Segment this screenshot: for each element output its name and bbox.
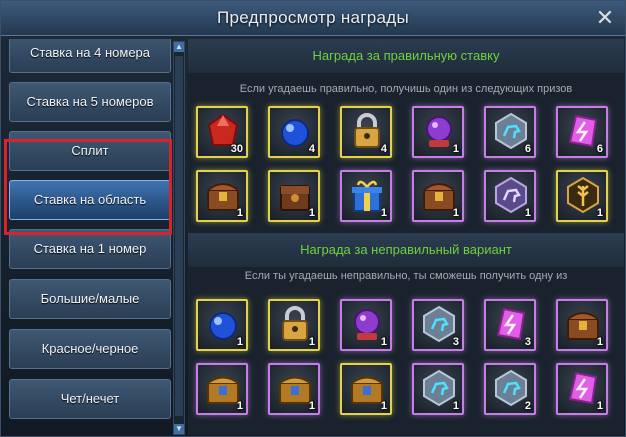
reward-item[interactable]: 1 [412,106,464,158]
tab-label: Большие/малые [40,291,140,306]
item-count: 1 [596,400,603,412]
scroll-thumb[interactable] [175,56,183,416]
tab-label: Ставка на 5 номеров [26,94,154,109]
item-count: 3 [452,336,459,348]
tab-red-black[interactable]: Красное/черное [9,329,171,369]
wrong-reward-title: Награда за неправильный вариант [188,233,624,267]
reward-item[interactable]: 1 [196,363,248,415]
reward-item[interactable]: 1 [268,299,320,351]
item-count: 1 [308,336,315,348]
correct-reward-grid: 30 4 4 1 6 6 1 1 1 1 1 1 [196,106,616,226]
reward-item[interactable]: 2 [484,363,536,415]
reward-item[interactable]: 1 [340,170,392,222]
tab-bet-5-numbers[interactable]: Ставка на 5 номеров [9,82,171,122]
bet-type-list: Ставка на 4 номера Ставка на 5 номеров С… [5,39,171,435]
reward-item[interactable]: 6 [556,106,608,158]
reward-item[interactable]: 1 [196,299,248,351]
reward-item[interactable]: 6 [484,106,536,158]
tab-bet-4-numbers[interactable]: Ставка на 4 номера [9,39,171,73]
close-icon[interactable]: ✕ [593,6,617,30]
item-count: 1 [380,336,387,348]
window-title: Предпросмотр награды [216,8,410,27]
tab-label: Ставка на 1 номер [33,241,147,256]
reward-item[interactable]: 4 [340,106,392,158]
reward-item[interactable]: 1 [412,363,464,415]
reward-item[interactable]: 1 [196,170,248,222]
item-count: 6 [596,143,603,155]
item-count: 1 [452,400,459,412]
reward-item[interactable]: 1 [268,170,320,222]
tab-bet-area[interactable]: Ставка на область [9,180,171,220]
reward-item[interactable]: 1 [556,170,608,222]
reward-item[interactable]: 1 [556,363,608,415]
reward-preview-window: Предпросмотр награды ✕ Ставка на 4 номер… [0,0,626,437]
item-count: 3 [524,336,531,348]
item-count: 1 [236,336,243,348]
item-count: 1 [380,207,387,219]
item-count: 1 [236,207,243,219]
tab-bet-1-number[interactable]: Ставка на 1 номер [9,229,171,269]
reward-item[interactable]: 1 [340,363,392,415]
reward-item[interactable]: 1 [340,299,392,351]
item-count: 1 [452,207,459,219]
item-count: 4 [380,143,387,155]
sidebar-scrollbar[interactable]: ▲ ▼ [173,41,185,435]
tab-label: Сплит [71,143,109,158]
item-count: 1 [380,400,387,412]
reward-panel: Награда за правильную ставку Если угадае… [188,39,624,435]
reward-item[interactable]: 1 [412,170,464,222]
tab-high-low[interactable]: Большие/малые [9,279,171,319]
scroll-down-icon[interactable]: ▼ [174,424,184,434]
scroll-up-icon[interactable]: ▲ [174,42,184,52]
tab-odd-even[interactable]: Чет/нечет [9,379,171,419]
tab-label: Ставка на 4 номера [29,45,151,60]
reward-item[interactable]: 3 [412,299,464,351]
reward-item[interactable]: 4 [268,106,320,158]
correct-reward-title: Награда за правильную ставку [188,39,624,73]
item-count: 30 [230,143,243,155]
item-count: 4 [308,143,315,155]
wrong-reward-subtitle: Если ты угадаешь неправильно, ты сможешь… [244,270,568,282]
tab-label: Чет/нечет [60,391,120,406]
tab-label: Ставка на область [33,192,147,207]
item-count: 1 [308,400,315,412]
correct-reward-subtitle: Если угадаешь правильно, получишь один и… [239,83,573,95]
title-bar: Предпросмотр награды ✕ [1,1,625,36]
item-count: 1 [308,207,315,219]
item-count: 6 [524,143,531,155]
tab-label: Красное/черное [41,341,139,356]
reward-item[interactable]: 3 [484,299,536,351]
item-count: 2 [524,400,531,412]
reward-item[interactable]: 30 [196,106,248,158]
reward-item[interactable]: 1 [484,170,536,222]
item-count: 1 [524,207,531,219]
item-count: 1 [596,207,603,219]
wrong-reward-grid: 1 1 1 3 3 1 1 1 1 1 2 1 [196,299,616,419]
reward-item[interactable]: 1 [556,299,608,351]
reward-item[interactable]: 1 [268,363,320,415]
item-count: 1 [236,400,243,412]
tab-split[interactable]: Сплит [9,131,171,171]
item-count: 1 [452,143,459,155]
item-count: 1 [596,336,603,348]
